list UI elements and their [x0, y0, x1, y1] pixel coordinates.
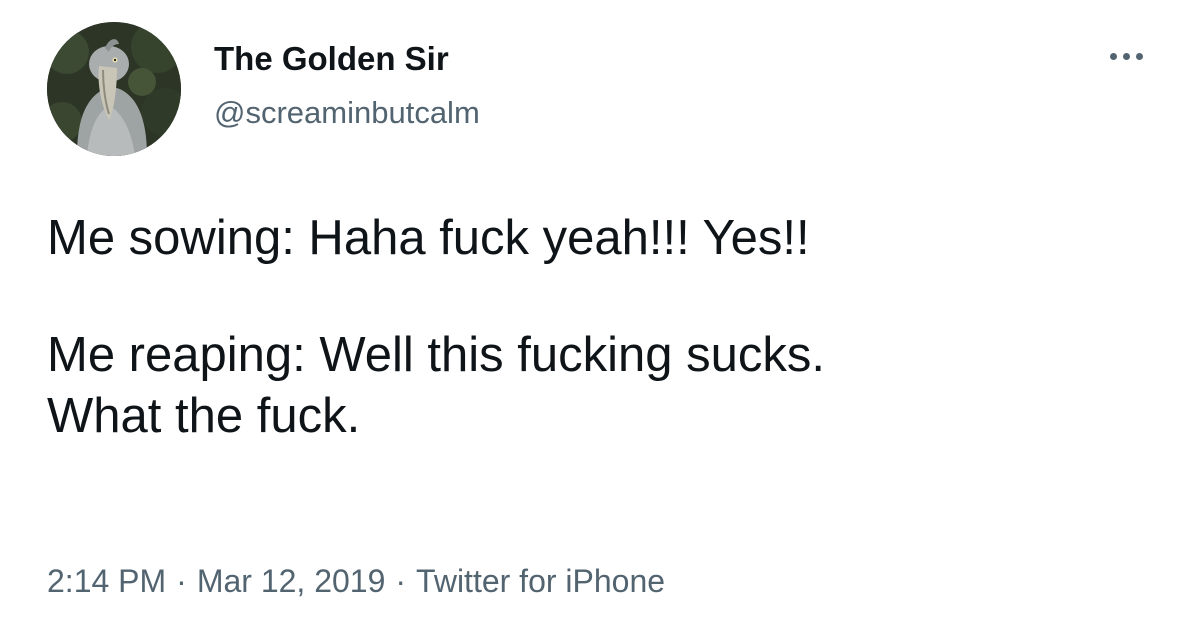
meta-separator: ·: [395, 563, 407, 599]
tweet-text-line: Me sowing: Haha fuck yeah!!! Yes!!: [47, 211, 810, 265]
shoebill-bird-avatar-icon: [47, 22, 181, 156]
more-options-icon: [1135, 52, 1143, 60]
tweet-text: Me sowing: Haha fuck yeah!!! Yes!! Me re…: [47, 208, 1157, 447]
author-handle[interactable]: @screaminbutcalm: [214, 93, 480, 133]
tweet-date[interactable]: Mar 12, 2019: [197, 563, 386, 599]
more-options-button[interactable]: [1096, 36, 1156, 76]
tweet-time[interactable]: 2:14 PM: [47, 563, 166, 599]
author-display-name[interactable]: The Golden Sir: [214, 38, 449, 80]
more-options-icon: [1109, 52, 1117, 60]
avatar[interactable]: [47, 22, 181, 156]
meta-separator: ·: [176, 563, 187, 599]
tweet-text-line: Me reaping: Well this fucking sucks.: [47, 328, 825, 382]
tweet-card: The Golden Sir @screaminbutcalm Me sowin…: [0, 0, 1200, 628]
more-options-icon: [1122, 52, 1130, 60]
tweet-text-line: What the fuck.: [47, 389, 361, 443]
tweet-metadata: 2:14 PM · Mar 12, 2019 · Twitter for iPhone: [47, 560, 665, 602]
tweet-source[interactable]: Twitter for iPhone: [416, 563, 665, 599]
